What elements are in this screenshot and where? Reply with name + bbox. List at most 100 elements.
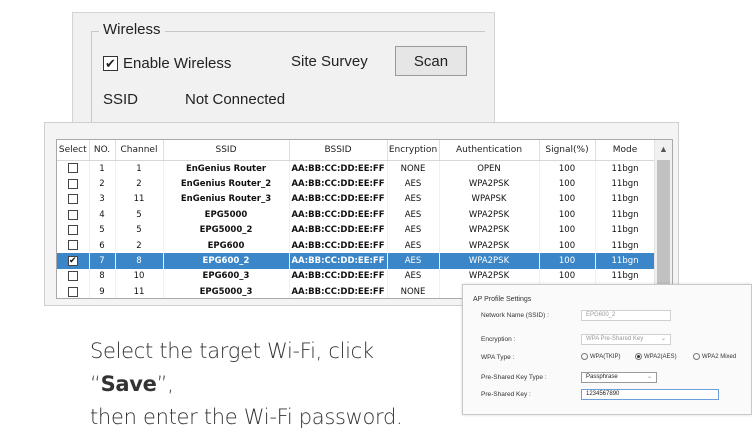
row-select-cell[interactable] — [57, 237, 90, 254]
row-select-checkbox[interactable] — [67, 209, 78, 220]
enable-wireless-toggle[interactable]: ✔ Enable Wireless — [103, 51, 231, 75]
psk-type-label: Pre-Shared Key Type : — [481, 374, 547, 381]
row-signal: 100 — [539, 237, 596, 254]
table-row[interactable]: 2 2 EnGenius Router_2 AA:BB:CC:DD:EE:FF AES W… — [57, 176, 656, 192]
network-name-label: Network Name (SSID) : — [481, 312, 549, 319]
enable-wireless-label: Enable Wireless — [123, 54, 232, 72]
row-select-checkbox[interactable]: ✔ — [67, 255, 78, 266]
row-channel: 8 — [115, 253, 164, 269]
row-encryption: AES — [387, 191, 440, 208]
row-number: 4 — [89, 207, 116, 223]
ssid-label: SSID — [103, 91, 139, 108]
table-row[interactable]: 8 10 EPG600_3 AA:BB:CC:DD:EE:FF AES WPA2PSK 10… — [57, 268, 656, 285]
row-signal: 100 — [539, 222, 596, 238]
row-select-checkbox[interactable] — [67, 271, 78, 282]
column-header-ssid[interactable]: SSID — [163, 140, 290, 161]
wpa2-mixed-radio[interactable]: WPA2 Mixed — [693, 353, 736, 360]
chevron-down-icon: ⌄ — [660, 336, 666, 342]
scroll-up-arrow-icon[interactable]: ▲ — [655, 140, 672, 158]
row-select-cell[interactable] — [57, 268, 90, 285]
table-row[interactable]: 4 5 EPG5000 AA:BB:CC:DD:EE:FF AES WPA2PSK 100 1… — [57, 207, 656, 223]
table-row[interactable]: 3 11 EnGenius Router_3 AA:BB:CC:DD:EE:FF AES… — [57, 191, 656, 208]
row-authentication: OPEN — [439, 160, 540, 177]
row-authentication: WPA2PSK — [439, 268, 540, 285]
row-select-checkbox[interactable] — [67, 178, 78, 189]
row-select-checkbox[interactable] — [67, 286, 78, 297]
ap-profile-settings-card: AP Profile Settings Network Name (SSID) … — [462, 284, 752, 415]
row-ssid: EnGenius Router_2 — [163, 176, 290, 192]
site-survey-label: Site Survey — [291, 53, 368, 70]
row-channel: 5 — [115, 222, 164, 238]
table-row[interactable]: 1 1 EnGenius Router AA:BB:CC:DD:EE:FF NONE OP… — [57, 160, 656, 177]
column-header-no[interactable]: NO. — [89, 140, 116, 161]
row-bssid: AA:BB:CC:DD:EE:FF — [289, 191, 388, 208]
row-authentication: WPA2PSK — [439, 207, 540, 223]
psk-type-select[interactable]: Passphrase ⌄ — [581, 372, 657, 383]
row-select-cell[interactable] — [57, 207, 90, 223]
row-channel: 10 — [115, 268, 164, 285]
ssid-status: Not Connected — [185, 91, 286, 108]
row-mode: 11bgn — [595, 191, 656, 208]
column-header-signal[interactable]: Signal(%) — [539, 140, 596, 161]
row-number: 3 — [89, 191, 116, 208]
survey-table-body: 1 1 EnGenius Router AA:BB:CC:DD:EE:FF NONE OP… — [57, 160, 656, 298]
row-bssid: AA:BB:CC:DD:EE:FF — [289, 176, 388, 192]
row-encryption: AES — [387, 268, 440, 285]
row-select-checkbox[interactable] — [67, 163, 78, 174]
row-bssid: AA:BB:CC:DD:EE:FF — [289, 253, 388, 269]
row-authentication: WPA2PSK — [439, 222, 540, 238]
row-number: 9 — [89, 284, 116, 298]
row-select-cell[interactable] — [57, 160, 90, 177]
row-signal: 100 — [539, 160, 596, 177]
site-survey-panel: Select NO. Channel SSID BSSID Encryption… — [44, 122, 679, 306]
table-row[interactable]: 6 2 EPG600 AA:BB:CC:DD:EE:FF AES WPA2PSK 100 11… — [57, 237, 656, 254]
row-mode: 11bgn — [595, 268, 656, 285]
row-bssid: AA:BB:CC:DD:EE:FF — [289, 268, 388, 285]
wpa2-mixed-label: WPA2 Mixed — [702, 353, 737, 360]
wireless-panel: Wireless ✔ Enable Wireless Site Survey S… — [72, 12, 495, 151]
wpa-tkip-radio[interactable]: WPA(TKIP) — [581, 353, 621, 360]
chevron-down-icon: ⌄ — [646, 374, 652, 380]
column-header-encryption[interactable]: Encryption — [387, 140, 440, 161]
row-bssid: AA:BB:CC:DD:EE:FF — [289, 207, 388, 223]
row-bssid: AA:BB:CC:DD:EE:FF — [289, 222, 388, 238]
row-channel: 5 — [115, 207, 164, 223]
instruction-caption: Select the target Wi-Fi, click “Save”, t… — [90, 335, 460, 434]
radio-icon — [581, 353, 588, 360]
radio-icon — [693, 353, 700, 360]
psk-type-value: Passphrase — [586, 374, 618, 380]
row-bssid: AA:BB:CC:DD:EE:FF — [289, 160, 388, 177]
column-header-bssid[interactable]: BSSID — [289, 140, 388, 161]
row-signal: 100 — [539, 253, 596, 269]
scan-button[interactable]: Scan — [395, 46, 467, 76]
row-select-cell[interactable] — [57, 222, 90, 238]
table-scrollbar[interactable]: ▲ — [654, 140, 672, 298]
row-select-cell[interactable] — [57, 176, 90, 192]
psk-input[interactable]: 1234567890 — [581, 389, 719, 400]
row-select-checkbox[interactable] — [67, 194, 78, 205]
row-select-cell[interactable] — [57, 191, 90, 208]
wpa-type-label: WPA Type : — [481, 354, 515, 361]
column-header-select[interactable]: Select — [57, 140, 90, 161]
column-header-channel[interactable]: Channel — [115, 140, 164, 161]
row-select-cell[interactable] — [57, 284, 90, 298]
table-row[interactable]: 5 5 EPG5000_2 AA:BB:CC:DD:EE:FF AES WPA2PSK 10… — [57, 222, 656, 238]
row-number: 6 — [89, 237, 116, 254]
encryption-select[interactable]: WPA Pre-Shared Key ⌄ — [581, 334, 671, 345]
psk-label: Pre-Shared Key : — [481, 391, 531, 398]
column-header-mode[interactable]: Mode — [595, 140, 656, 161]
table-row[interactable]: ✔ 7 8 EPG600_2 AA:BB:CC:DD:EE:FF AES WPA2PSK 10… — [57, 253, 656, 269]
column-header-authentication[interactable]: Authentication — [439, 140, 540, 161]
row-encryption: AES — [387, 253, 440, 269]
row-select-cell[interactable]: ✔ — [57, 253, 90, 269]
row-number: 2 — [89, 176, 116, 192]
ap-profile-title: AP Profile Settings — [473, 296, 532, 303]
scrollbar-thumb[interactable] — [657, 160, 670, 296]
wpa2-aes-radio[interactable]: WPA2(AES) — [635, 353, 677, 360]
row-select-checkbox[interactable] — [67, 240, 78, 251]
row-select-checkbox[interactable] — [67, 225, 78, 235]
enable-wireless-checkbox[interactable]: ✔ — [103, 55, 118, 71]
network-name-field[interactable]: EPG600_2 — [581, 310, 671, 321]
row-signal: 100 — [539, 268, 596, 285]
row-ssid: EPG5000_3 — [163, 284, 290, 298]
